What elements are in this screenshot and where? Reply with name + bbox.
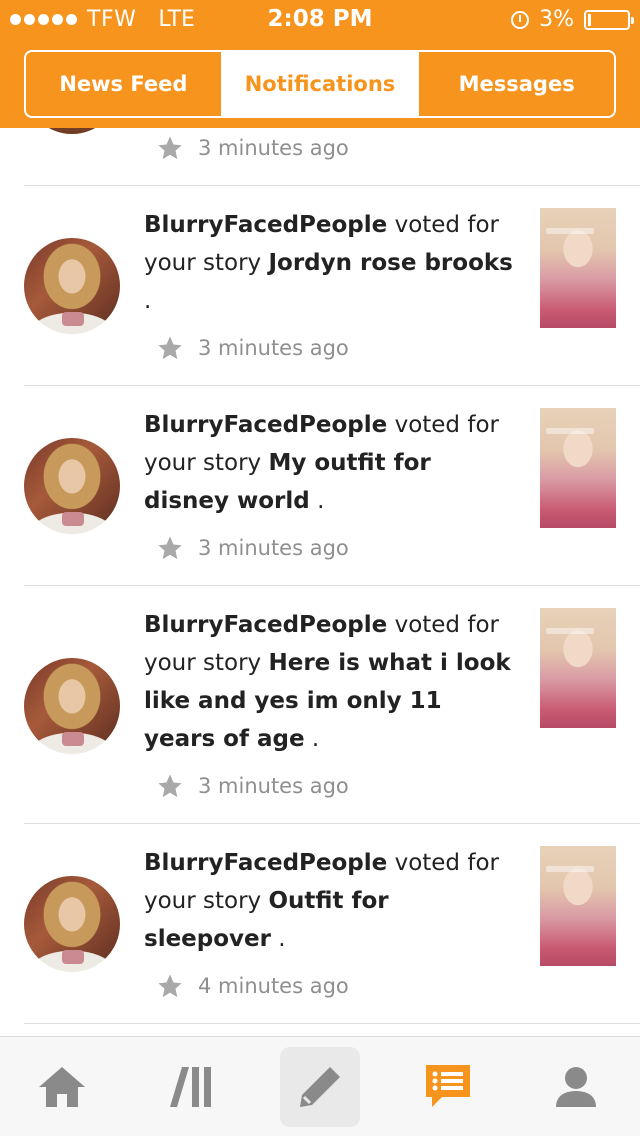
status-right: 3% [511, 7, 634, 32]
profile-icon [556, 1067, 596, 1107]
avatar[interactable] [24, 876, 120, 972]
notification-user[interactable]: BlurryFacedPeople [144, 412, 387, 438]
notification-action: voted for [394, 212, 499, 238]
nav-profile-button[interactable] [536, 1047, 616, 1127]
notification-suffix: . [278, 926, 286, 952]
notification-meta: 3 minutes ago [156, 334, 349, 362]
segmented-tabs: News Feed Notifications Messages [24, 50, 616, 118]
notification-user[interactable]: BlurryFacedPeople [144, 212, 387, 238]
star-icon [158, 774, 182, 798]
star-icon [158, 136, 182, 160]
notification-text: BlurryFacedPeople voted for your story H… [144, 606, 514, 758]
list-item[interactable]: BlurryFacedPeople voted for your story J… [24, 186, 640, 386]
notification-text: BlurryFacedPeople voted for your story J… [144, 206, 514, 320]
pencil-icon [300, 1067, 340, 1107]
tab-notifications[interactable]: Notifications [220, 52, 418, 116]
notifications-icon [426, 1065, 470, 1107]
nav-notifications-button[interactable] [408, 1047, 488, 1127]
story-cover[interactable] [540, 608, 616, 728]
notification-time: 3 minutes ago [198, 774, 349, 798]
avatar[interactable] [24, 658, 120, 754]
notification-suffix: . [317, 488, 325, 514]
avatar[interactable] [24, 438, 120, 534]
status-bar: TFW LTE 2:08 PM 3% [0, 0, 640, 40]
notification-text: BlurryFacedPeople voted for your story M… [144, 406, 514, 520]
notification-time: 3 minutes ago [198, 336, 349, 360]
notification-prefix: your story [144, 250, 262, 276]
notification-text: BlurryFacedPeople voted for your story O… [144, 844, 514, 958]
library-icon [170, 1067, 211, 1107]
home-icon [39, 1067, 85, 1107]
notification-prefix: your story [144, 888, 262, 914]
nav-home-button[interactable] [22, 1047, 102, 1127]
nav-library-button[interactable] [152, 1047, 232, 1127]
notification-user[interactable]: BlurryFacedPeople [144, 612, 387, 638]
list-item[interactable]: BlurryFacedPeople voted for your story M… [24, 386, 640, 586]
notification-suffix: . [311, 726, 320, 752]
battery-icon [584, 9, 634, 30]
notification-meta: 3 minutes ago [156, 534, 349, 562]
nav-write-button[interactable] [280, 1047, 360, 1127]
alarm-icon [511, 10, 530, 29]
notifications-list[interactable]: 3 minutes ago BlurryFacedPeople voted fo… [0, 128, 640, 1036]
story-title[interactable]: Jordyn rose brooks [268, 250, 512, 276]
notification-meta: 3 minutes ago [156, 772, 349, 800]
notification-time: 3 minutes ago [198, 136, 349, 160]
battery-percent: 3% [539, 7, 574, 32]
story-cover[interactable] [540, 208, 616, 328]
notification-prefix: your story [144, 650, 262, 676]
notification-action: voted for [394, 412, 499, 438]
star-icon [158, 974, 182, 998]
star-icon [158, 336, 182, 360]
app-header: TFW LTE 2:08 PM 3% News Feed Notificatio… [0, 0, 640, 128]
notification-meta: 4 minutes ago [156, 972, 349, 1000]
notification-time: 4 minutes ago [198, 974, 349, 998]
avatar[interactable] [24, 238, 120, 334]
notification-action: voted for [394, 612, 499, 638]
star-icon [158, 536, 182, 560]
notification-user[interactable]: BlurryFacedPeople [144, 850, 387, 876]
notification-time: 3 minutes ago [198, 536, 349, 560]
avatar[interactable] [24, 128, 120, 134]
bottom-nav [0, 1036, 640, 1136]
list-item[interactable]: BlurryFacedPeople voted for your story H… [24, 586, 640, 824]
notification-action: voted for [394, 850, 499, 876]
list-item[interactable]: 3 minutes ago [24, 128, 640, 186]
tab-messages[interactable]: Messages [417, 52, 614, 116]
story-cover[interactable] [540, 408, 616, 528]
notification-prefix: your story [144, 450, 262, 476]
tab-news-feed[interactable]: News Feed [26, 52, 221, 116]
notification-suffix: . [144, 288, 152, 314]
list-item[interactable]: BlurryFacedPeople voted for your story O… [24, 824, 640, 1024]
story-cover[interactable] [540, 846, 616, 966]
notification-meta: 3 minutes ago [156, 134, 349, 162]
